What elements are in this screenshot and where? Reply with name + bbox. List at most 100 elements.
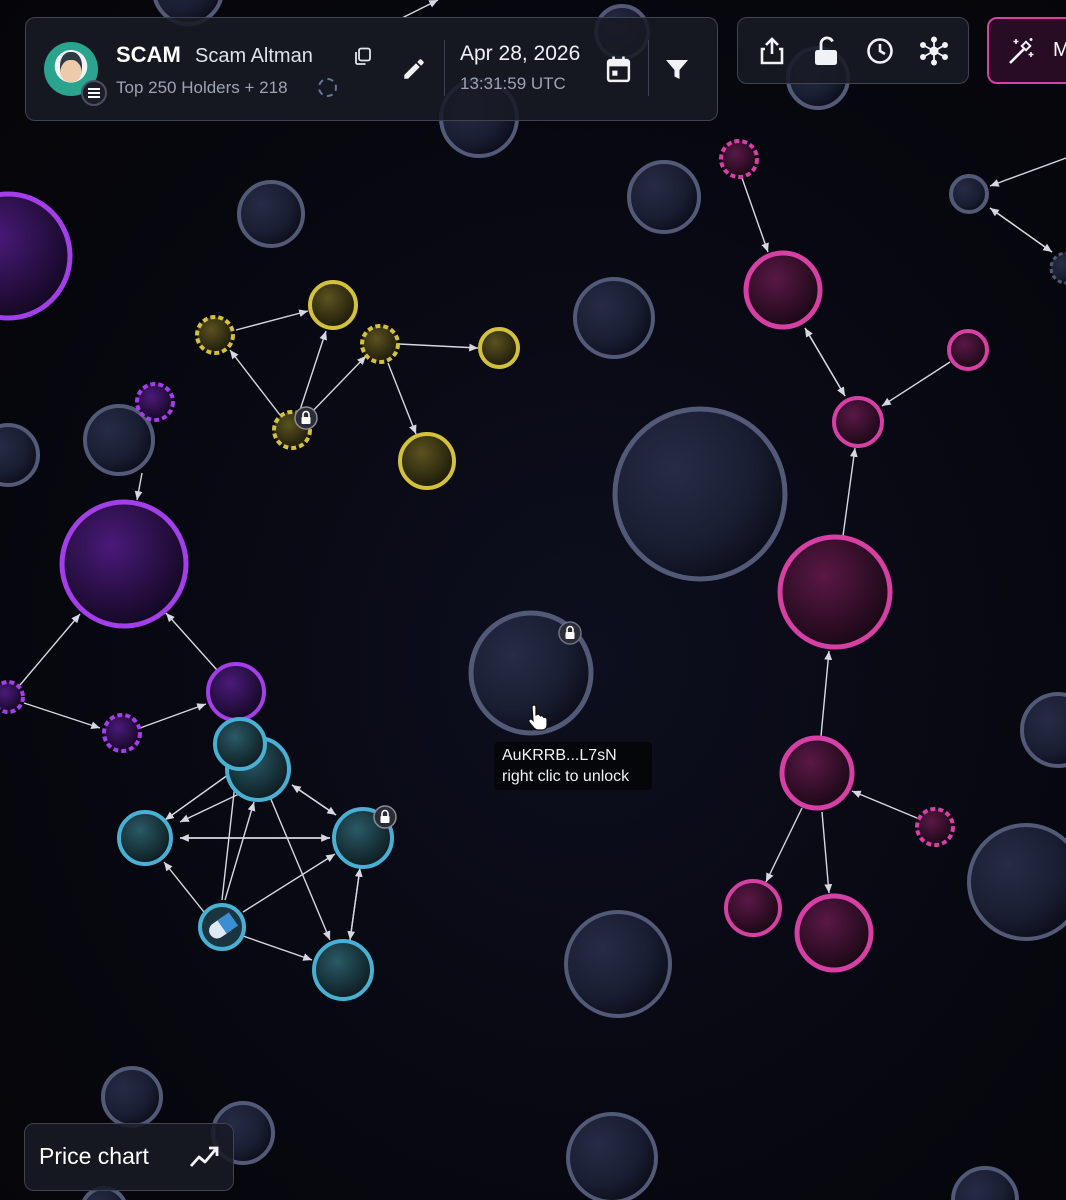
unlock-icon[interactable]: [811, 36, 841, 66]
edit-icon[interactable]: [401, 56, 427, 82]
wallet-bubble: [743, 250, 823, 330]
tooltip-address: AuKRRB...L7sN: [502, 747, 617, 764]
edge: [235, 309, 309, 331]
wallet-bubble: [237, 180, 305, 248]
wallet-bubble: [794, 893, 874, 973]
wallet-bubble: [117, 810, 173, 866]
wallet-bubble: [206, 662, 266, 722]
price-chart-label: Price chart: [39, 1143, 149, 1169]
price-chart-button[interactable]: Price chart: [24, 1123, 234, 1191]
edge: [741, 177, 769, 253]
edge: [139, 703, 207, 729]
edge: [242, 853, 336, 913]
calendar-icon[interactable]: [606, 56, 631, 83]
wallet-bubble: [102, 713, 142, 753]
edge: [224, 801, 256, 901]
hand-cursor-icon: [528, 704, 548, 731]
wallet-bubble: [1049, 251, 1066, 285]
wallet-bubble: [312, 939, 374, 1001]
edge: [765, 807, 803, 883]
lock-icon: [294, 406, 318, 430]
wallet-bubble: [59, 499, 189, 629]
node-tooltip: AuKRRB...L7sN right clic to unlock: [494, 742, 652, 790]
magic-wand-icon: [1009, 38, 1034, 64]
wallet-bubble: [967, 823, 1066, 941]
wallet-bubble: [719, 139, 759, 179]
magic-nodes-button[interactable]: M: [987, 17, 1066, 84]
cyan-cluster[interactable]: [117, 717, 394, 1001]
edge: [989, 207, 1053, 253]
edge: [401, 0, 439, 19]
copy-icon[interactable]: [354, 47, 372, 65]
edge: [165, 612, 218, 671]
divider: [648, 40, 649, 96]
wallet-bubble: [612, 406, 788, 582]
toolbar: [737, 17, 969, 84]
edge: [291, 784, 337, 816]
wallet-bubble: [0, 423, 40, 487]
wallet-bubble: [398, 432, 456, 490]
wallet-bubble: [573, 277, 655, 359]
edge: [269, 796, 331, 941]
network-icon[interactable]: [919, 36, 949, 66]
edge: [989, 157, 1066, 187]
edge: [242, 935, 313, 961]
trend-line-icon: [189, 1146, 219, 1167]
wallet-bubble: [627, 160, 701, 234]
magic-nodes-label: M: [1053, 39, 1066, 61]
wallet-bubble: [308, 280, 358, 330]
loading-spinner-icon: [318, 78, 337, 97]
wallet-bubble: [777, 534, 893, 650]
edge: [299, 330, 327, 411]
lock-icon: [558, 621, 582, 645]
filter-icon[interactable]: [664, 58, 690, 82]
holders-count[interactable]: Top 250 Holders + 218: [116, 78, 288, 98]
wallet-bubble: [832, 396, 884, 448]
edge: [881, 361, 951, 407]
edge: [821, 811, 833, 894]
wallet-bubble: [0, 680, 25, 714]
wallet-bubble: [779, 735, 855, 811]
wallet-bubble: [213, 717, 267, 771]
tooltip-hint: right clic to unlock: [502, 768, 630, 785]
edge: [842, 447, 858, 537]
wallet-bubble: [195, 315, 235, 355]
wallet-bubble: [101, 1066, 163, 1128]
edge: [229, 349, 281, 416]
edge: [23, 702, 101, 729]
wallet-bubble: [724, 879, 782, 937]
yellow-cluster[interactable]: [195, 280, 520, 490]
graph-edges: [19, 0, 1066, 961]
wallet-bubble: [949, 174, 989, 214]
edge: [347, 867, 361, 941]
wallet-bubble: [566, 1112, 658, 1200]
solana-icon: [81, 80, 107, 106]
edge: [820, 650, 833, 737]
edge: [851, 790, 918, 819]
wallet-bubble: [360, 324, 400, 364]
edge: [163, 861, 205, 913]
edge: [134, 472, 143, 501]
divider: [444, 40, 445, 96]
token-symbol: SCAM: [116, 42, 181, 67]
bubble-map-graph[interactable]: [0, 0, 1066, 1200]
history-icon[interactable]: [865, 36, 895, 66]
snapshot-time: 13:31:59 UTC: [460, 74, 566, 93]
wallet-bubble: [564, 910, 672, 1018]
lock-icon: [373, 805, 397, 829]
wallet-bubble: [915, 807, 955, 847]
snapshot-date: Apr 28, 2026: [460, 42, 581, 65]
share-icon[interactable]: [757, 36, 787, 66]
edge: [306, 355, 367, 418]
edge: [398, 343, 479, 352]
wallet-bubble: [947, 329, 989, 371]
wallet-bubble: [478, 327, 520, 369]
wallet-bubble: [951, 1166, 1019, 1200]
token-info-panel: SCAM Scam Altman Top 250 Holders + 218 A…: [25, 17, 718, 121]
edge: [804, 327, 846, 397]
wallet-bubble: [0, 191, 73, 321]
token-name: Scam Altman: [195, 45, 313, 67]
wallet-bubble: [135, 382, 175, 422]
wallet-bubble: [1020, 692, 1066, 768]
edge: [19, 613, 81, 686]
